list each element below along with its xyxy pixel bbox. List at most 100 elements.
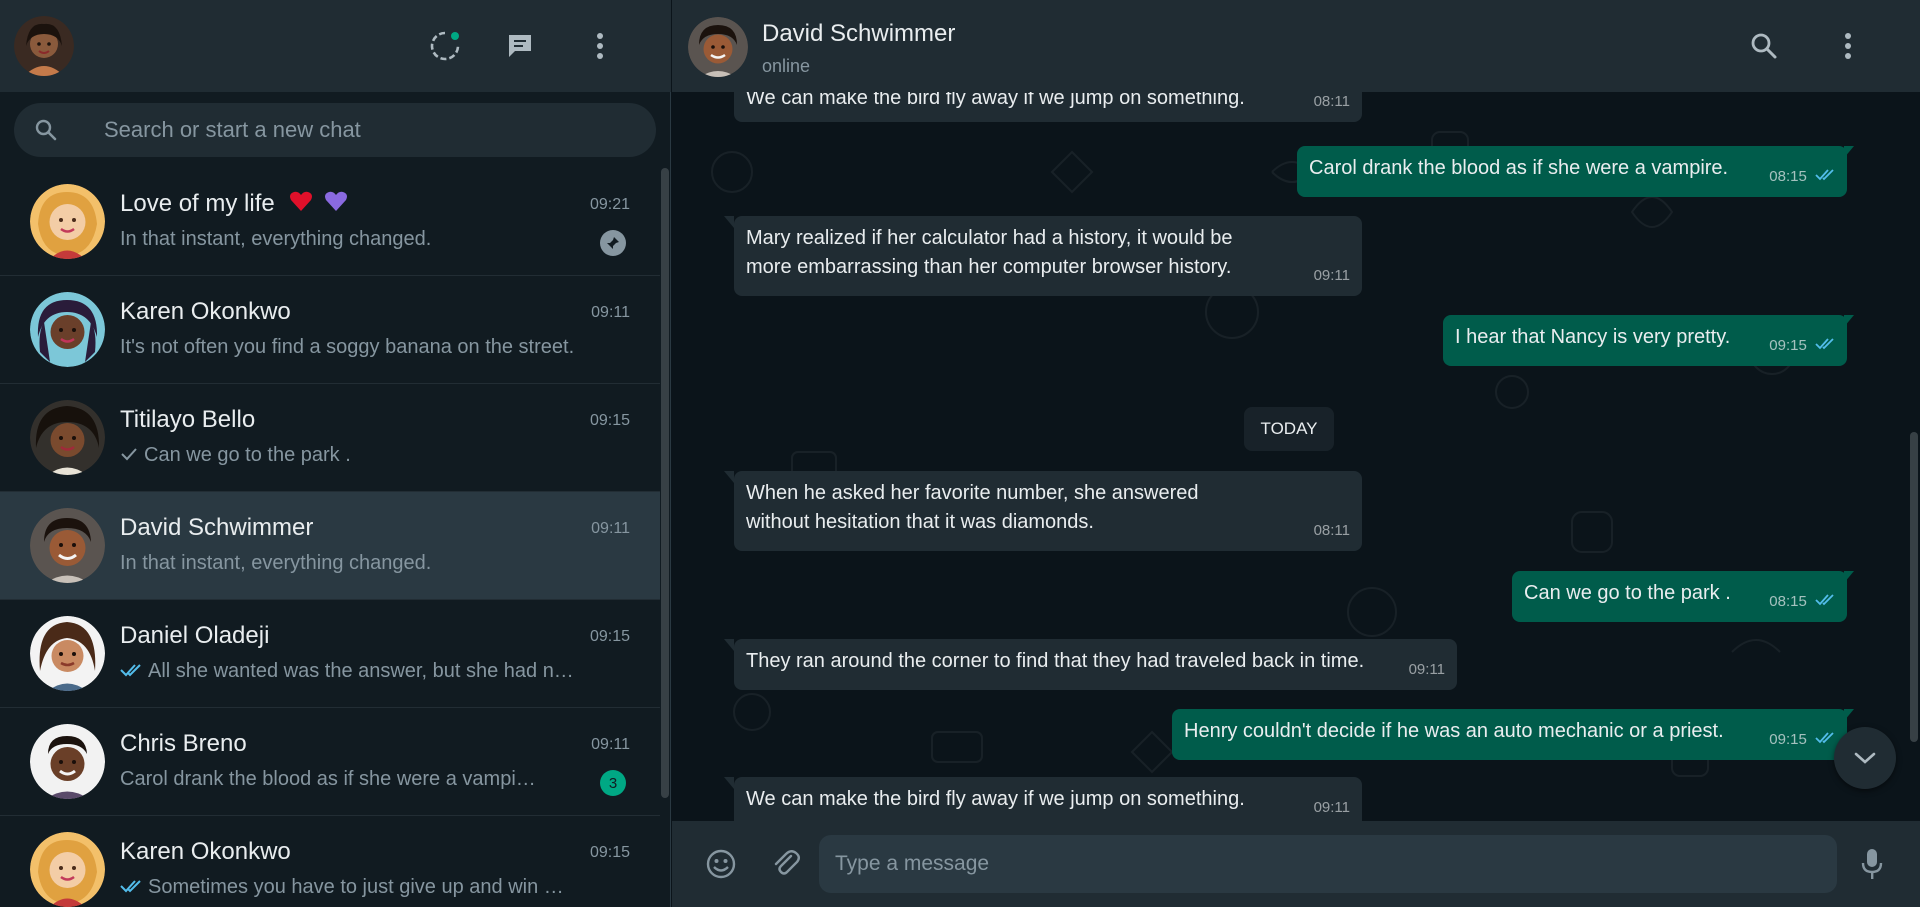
message-outgoing[interactable]: Can we go to the park . 08:15 [1512,571,1847,622]
search-input[interactable] [104,103,634,157]
message-text: They ran around the corner to find that … [746,650,1365,672]
message-incoming[interactable]: When he asked her favorite number, she a… [734,471,1362,551]
emoji-icon[interactable] [701,844,741,884]
chat-time: 09:15 [589,844,630,861]
menu-icon[interactable] [1828,26,1868,66]
chat-preview: All she wanted was the answer, but she h… [120,660,590,683]
single-check-icon [120,444,138,467]
message-meta: 08:15 [1769,162,1835,191]
chat-preview: Carol drank the blood as if she were a v… [120,768,536,790]
chat-item-love-of-my-life[interactable]: Love of my life 09:21 In that instant, e… [0,168,660,276]
search-icon[interactable] [1744,26,1784,66]
chat-item-david-schwimmer[interactable]: David Schwimmer 09:11 In that instant, e… [0,492,660,600]
chevron-down-icon [1854,752,1876,764]
message-time: 09:11 [1408,661,1445,678]
message-incoming[interactable]: Mary realized if her calculator had a hi… [734,216,1362,296]
message-outgoing[interactable]: Henry couldn't decide if he was an auto … [1172,709,1847,760]
message-incoming[interactable]: We can make the bird fly away if we jump… [734,92,1362,122]
chat-time: 09:15 [589,628,630,645]
menu-icon[interactable] [580,26,620,66]
chat-item-daniel-oladeji[interactable]: Daniel Oladeji 09:15 All she wanted was … [0,600,660,708]
chat-list-scrollbar[interactable] [660,168,670,907]
chat-item-chris-breno[interactable]: Chris Breno 09:11 Carol drank the blood … [0,708,660,816]
chat-list-panel: Love of my life 09:21 In that instant, e… [0,0,671,907]
unread-badge: 3 [600,770,626,796]
composer [672,821,1920,907]
message-meta: 08:15 [1769,587,1835,616]
search-icon[interactable] [34,118,58,142]
message-time: 08:11 [1313,93,1350,110]
chat-name: Titilayo Bello [120,406,256,433]
left-header [0,0,671,92]
pin-icon [600,230,626,256]
my-profile-avatar[interactable] [14,16,74,76]
message-text: Henry couldn't decide if he was an auto … [1184,720,1724,742]
chat-item-karen-okonkwo[interactable]: Karen Okonkwo 09:11 It's not often you f… [0,276,660,384]
message-text: Mary realized if her calculator had a hi… [746,227,1233,278]
chat-list: Love of my life 09:21 In that instant, e… [0,168,660,907]
new-chat-icon[interactable] [500,26,540,66]
message-text: When he asked her favorite number, she a… [746,482,1199,533]
avatar [30,616,105,691]
message-time: 09:11 [1313,267,1350,284]
date-divider: TODAY [1244,407,1334,451]
conversation-panel: David Schwimmer online We can make the b… [672,0,1920,907]
purple-heart-icon [324,190,348,219]
search-bar [14,103,656,157]
chat-preview: In that instant, everything changed. [120,228,432,250]
avatar [30,832,105,907]
chat-item-titilayo-bello[interactable]: Titilayo Bello 09:15 Can we go to the pa… [0,384,660,492]
chat-preview: Sometimes you have to just give up and w… [120,876,590,899]
microphone-icon[interactable] [1852,844,1892,884]
message-meta: 09:15 [1769,725,1835,754]
chat-time: 09:21 [589,196,630,213]
chat-name: Love of my life [120,190,348,219]
message-meta: 09:15 [1769,331,1835,360]
chat-name: Daniel Oladeji [120,622,270,649]
message-input[interactable] [835,835,1815,893]
message-outgoing[interactable]: I hear that Nancy is very pretty. 09:15 [1443,315,1847,366]
message-text: We can make the bird fly away if we jump… [746,788,1245,810]
double-check-icon [1815,337,1835,354]
message-input-wrapper [819,835,1837,893]
chat-name: David Schwimmer [120,514,314,541]
bubble-tail [724,639,734,651]
scrollbar-thumb[interactable] [661,168,669,798]
chat-time: 09:15 [589,412,630,429]
avatar [30,508,105,583]
chat-preview: It's not often you find a soggy banana o… [120,336,575,358]
chat-preview: Can we go to the park . [120,444,600,467]
message-time: 08:11 [1313,522,1350,539]
chat-name: Karen Okonkwo [120,838,291,865]
chat-time: 09:11 [591,736,630,753]
message-scrollbar[interactable] [1908,92,1920,821]
chat-time: 09:11 [591,520,630,537]
chat-item-karen-okonkwo-2[interactable]: Karen Okonkwo 09:15 Sometimes you have t… [0,816,660,907]
chat-name: Chris Breno [120,730,247,757]
chat-preview: In that instant, everything changed. [120,552,432,574]
message-outgoing[interactable]: Carol drank the blood as if she were a v… [1297,146,1847,197]
message-text: We can make the bird fly away if we jump… [746,92,1245,109]
double-check-icon [1815,593,1835,610]
message-incoming[interactable]: They ran around the corner to find that … [734,639,1457,690]
conversation-header[interactable]: David Schwimmer online [672,0,1920,92]
message-text: Carol drank the blood as if she were a v… [1309,157,1729,179]
red-heart-icon [289,190,313,219]
double-check-icon [1815,731,1835,748]
message-incoming[interactable]: We can make the bird fly away if we jump… [734,777,1362,821]
double-check-icon [1815,168,1835,185]
avatar [30,184,105,259]
attach-icon[interactable] [766,843,806,883]
avatar [30,400,105,475]
double-check-icon [120,876,142,899]
status-icon[interactable] [425,26,465,66]
bubble-tail [724,777,734,789]
scroll-to-bottom-button[interactable] [1834,727,1896,789]
scrollbar-thumb[interactable] [1910,432,1918,742]
message-time: 09:11 [1313,799,1350,816]
contact-avatar[interactable] [688,17,748,77]
bubble-tail [724,471,734,483]
chat-time: 09:11 [591,304,630,321]
avatar [30,724,105,799]
avatar [30,292,105,367]
